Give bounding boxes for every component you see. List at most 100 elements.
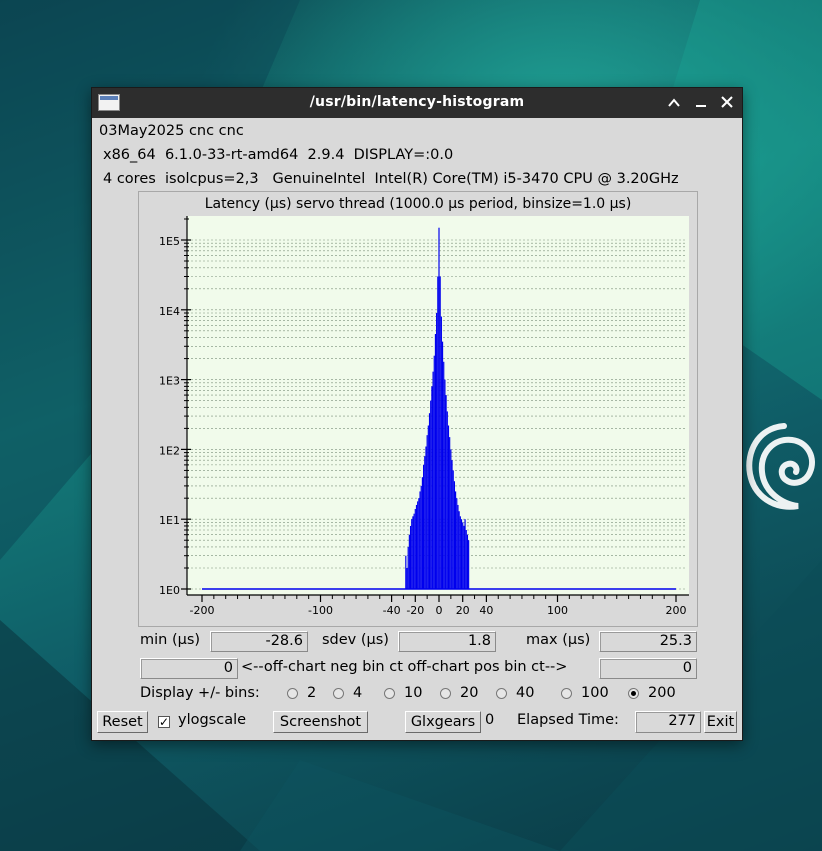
offchart-label: <--off-chart neg bin ct off-chart pos bi…: [241, 659, 568, 675]
bins-radio-40[interactable]: [496, 688, 507, 699]
histogram-bar: [421, 477, 424, 589]
y-tick-label: 1E0: [159, 584, 180, 597]
sdev-label: sdev (μs): [322, 632, 389, 648]
histogram-bar: [413, 513, 415, 589]
bins-option-label: 20: [460, 685, 479, 701]
x-tick-label: -40: [383, 604, 401, 617]
ylogscale-label: ylogscale: [178, 712, 247, 728]
underscore-icon: [696, 105, 706, 107]
screenshot-button[interactable]: Screenshot: [273, 711, 368, 733]
histogram-bar: [432, 371, 434, 589]
histogram-chart: Latency (μs) servo thread (1000.0 μs per…: [138, 191, 698, 627]
y-tick-label: 1E5: [159, 235, 180, 248]
histogram-bar: [462, 522, 464, 589]
bins-selector: Display +/- bins: 2 4 10 20 40 100 200: [92, 685, 742, 705]
bins-radio-200[interactable]: [628, 688, 639, 699]
histogram-bar: [464, 519, 466, 589]
histogram-bar: [459, 516, 461, 589]
histogram-bar: [437, 276, 439, 589]
histogram-bar: [454, 491, 457, 589]
histogram-bar: [405, 555, 407, 589]
histogram-bar: [411, 519, 413, 589]
histogram-bar: [458, 511, 460, 589]
offchart-neg-value: 0: [140, 658, 238, 679]
histogram-bar: [409, 525, 412, 589]
histogram-bar: [465, 530, 467, 589]
histogram-bar: [420, 485, 422, 589]
ylogscale-checkbox[interactable]: ✓: [158, 716, 170, 728]
histogram-bar: [433, 355, 435, 589]
bins-radio-10[interactable]: [384, 688, 395, 699]
glxgears-button[interactable]: Glxgears: [405, 711, 481, 733]
histogram-bar: [441, 341, 444, 589]
debian-swirl-logo: [746, 423, 815, 510]
reset-button[interactable]: Reset: [97, 711, 148, 733]
histogram-bar: [468, 540, 470, 589]
bins-option-label: 2: [307, 685, 317, 701]
bins-radio-2[interactable]: [287, 688, 298, 699]
histogram-bar: [423, 464, 425, 589]
histogram-bar: [463, 525, 465, 589]
y-tick-label: 1E3: [159, 375, 180, 388]
histogram-bar: [412, 516, 414, 589]
histogram-bar: [406, 567, 408, 589]
histogram-bar: [438, 227, 440, 589]
glxgears-count: 0: [485, 712, 495, 728]
close-icon: [721, 96, 733, 108]
y-tick-label: 1E1: [159, 514, 180, 527]
window-titlebar[interactable]: /usr/bin/latency-histogram: [92, 88, 742, 118]
x-tick-label: -200: [190, 604, 215, 617]
bins-radio-20[interactable]: [440, 688, 451, 699]
info-cpu: 4 cores isolcpus=2,3 GenuineIntel Intel(…: [103, 171, 679, 187]
bins-radio-100[interactable]: [561, 688, 572, 699]
histogram-bar: [456, 498, 458, 589]
chart-title: Latency (μs) servo thread (1000.0 μs per…: [205, 196, 632, 212]
elapsed-label: Elapsed Time:: [517, 712, 619, 728]
bins-label: Display +/- bins:: [140, 685, 260, 701]
histogram-bar: [418, 498, 420, 589]
histogram-bar: [440, 316, 442, 589]
histogram-bar: [419, 491, 421, 589]
histogram-bar: [451, 460, 453, 589]
minimize-button[interactable]: [664, 92, 684, 114]
histogram-bar: [446, 411, 448, 589]
stats-row: min (μs) -28.6 sdev (μs) 1.8 max (μs) 25…: [92, 631, 742, 653]
exit-button[interactable]: Exit: [704, 711, 737, 733]
bins-option-label: 4: [353, 685, 363, 701]
histogram-bar: [428, 413, 431, 589]
histogram-bar: [447, 425, 450, 589]
max-label: max (μs): [526, 632, 591, 648]
histogram-bar: [445, 395, 447, 589]
bins-radio-4[interactable]: [333, 688, 344, 699]
histogram-bar: [449, 437, 451, 589]
histogram-bar: [466, 534, 469, 589]
histogram-bar: [450, 449, 452, 589]
x-tick-label: 40: [479, 604, 493, 617]
chevron-up-icon: [668, 98, 680, 107]
window-title: /usr/bin/latency-histogram: [309, 94, 525, 110]
histogram-bar: [407, 546, 409, 589]
histogram-bar: [414, 509, 416, 589]
bins-option-label: 10: [404, 685, 423, 701]
histogram-bar: [457, 504, 459, 589]
maximize-button[interactable]: [691, 92, 711, 114]
close-button[interactable]: [717, 92, 737, 114]
histogram-bar: [444, 379, 446, 589]
histogram-bar: [434, 334, 437, 589]
histogram-bar: [430, 400, 432, 589]
x-tick-label: 100: [547, 604, 568, 617]
bins-option-label: 40: [516, 685, 535, 701]
x-tick-label: -100: [308, 604, 333, 617]
histogram-bar: [460, 519, 463, 589]
min-value: -28.6: [210, 631, 308, 652]
info-date-host: 03May2025 cnc cnc: [99, 123, 244, 139]
histogram-svg: Latency (μs) servo thread (1000.0 μs per…: [159, 196, 689, 617]
info-kernel: x86_64 6.1.0-33-rt-amd64 2.9.4 DISPLAY=:…: [103, 147, 454, 163]
y-tick-label: 1E2: [159, 444, 180, 457]
x-tick-label: -20: [406, 604, 424, 617]
bins-option-label: 100: [581, 685, 609, 701]
bins-option-label: 200: [648, 685, 676, 701]
sdev-value: 1.8: [398, 631, 496, 652]
elapsed-value: 277: [635, 711, 701, 733]
histogram-bar: [439, 276, 441, 589]
